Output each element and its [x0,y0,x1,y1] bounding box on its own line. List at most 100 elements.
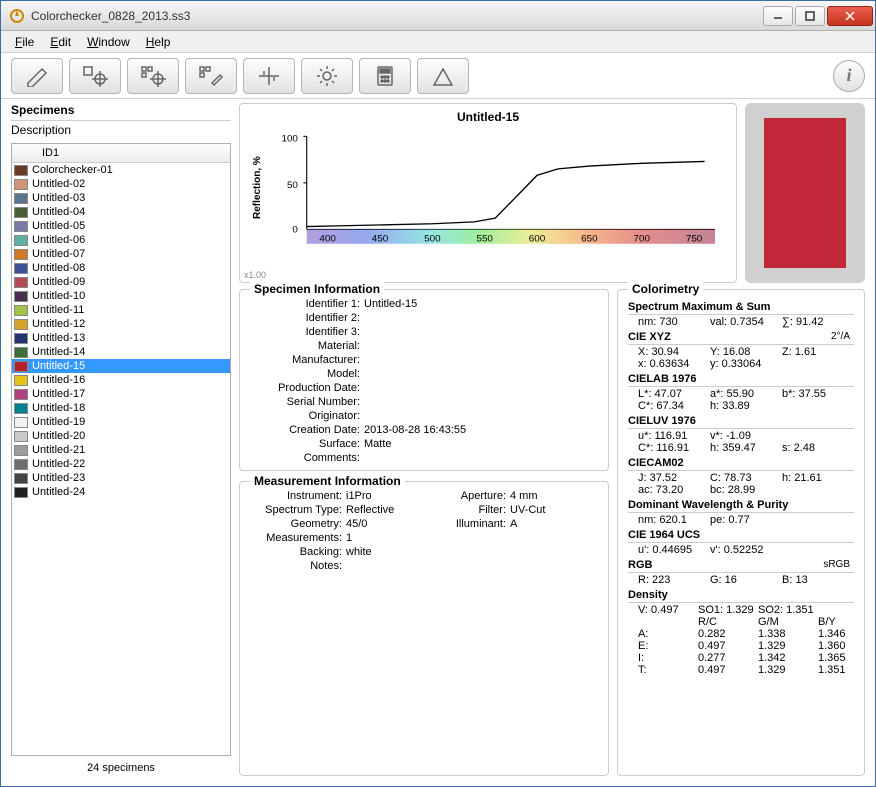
metric-value: nm: 730 [638,316,710,328]
list-item[interactable]: Untitled-11 [12,303,230,317]
maximize-button[interactable] [795,6,825,26]
list-item[interactable]: Untitled-17 [12,387,230,401]
svg-text:550: 550 [476,234,492,245]
svg-text:450: 450 [372,234,388,245]
color-swatch [14,431,28,442]
field-value: 4 mm [510,490,598,502]
metric-value: C*: 116.91 [638,442,710,454]
svg-text:500: 500 [424,234,440,245]
list-item[interactable]: Untitled-06 [12,233,230,247]
menu-file[interactable]: File [7,33,42,51]
list-item[interactable]: Untitled-09 [12,275,230,289]
crosshair-tool[interactable] [243,58,295,94]
field-value [364,340,598,352]
field-value: white [346,546,434,558]
list-item[interactable]: Untitled-03 [12,191,230,205]
metric-value: C: 78.73 [710,472,782,484]
field-label: Production Date: [250,382,360,394]
svg-text:700: 700 [634,234,650,245]
list-item[interactable]: Untitled-08 [12,261,230,275]
list-item[interactable]: Colorchecker-01 [12,163,230,177]
field-value: Reflective [346,504,434,516]
list-item[interactable]: Untitled-18 [12,401,230,415]
close-button[interactable] [827,6,873,26]
field-label: Identifier 2: [250,312,360,324]
list-item-label: Untitled-16 [32,374,85,386]
list-item-label: Untitled-12 [32,318,85,330]
menu-help[interactable]: Help [138,33,179,51]
grid-pencil-tool[interactable] [185,58,237,94]
list-item[interactable]: Untitled-24 [12,485,230,499]
field-value [364,312,598,324]
color-swatch [14,193,28,204]
list-item-label: Untitled-17 [32,388,85,400]
list-item[interactable]: Untitled-15 [12,359,230,373]
metric-value: u': 0.44695 [638,544,710,556]
field-label: Serial Number: [250,396,360,408]
list-item[interactable]: Untitled-20 [12,429,230,443]
list-item-label: Colorchecker-01 [32,164,113,176]
chart-ylabel: Reflection, % [250,126,265,250]
minimize-button[interactable] [763,6,793,26]
field-value: A [510,518,598,530]
list-item-label: Untitled-10 [32,290,85,302]
field-value [346,560,434,572]
description-label: Description [11,123,231,137]
specimen-list[interactable]: ID1 Colorchecker-01Untitled-02Untitled-0… [11,143,231,756]
menu-edit[interactable]: Edit [42,33,79,51]
list-item[interactable]: Untitled-05 [12,219,230,233]
list-item-label: Untitled-04 [32,206,85,218]
field-label: Measurements: [250,532,342,544]
field-label: Instrument: [250,490,342,502]
metric-value: h: 359.47 [710,442,782,454]
list-item[interactable]: Untitled-12 [12,317,230,331]
svg-text:600: 600 [529,234,545,245]
delta-tool[interactable] [417,58,469,94]
color-swatch [14,333,28,344]
list-item[interactable]: Untitled-22 [12,457,230,471]
target-single-tool[interactable] [69,58,121,94]
metric-value [782,514,854,526]
field-value: 45/0 [346,518,434,530]
spectrum-chart: Untitled-15 Reflection, % 100 50 0 [239,103,737,283]
colorimetry-legend: Colorimetry [628,282,703,296]
list-item-label: Untitled-02 [32,178,85,190]
info-button[interactable]: i [833,60,865,92]
metric-value: C*: 67.34 [638,400,710,412]
pencil-tool[interactable] [11,58,63,94]
color-preview-panel [745,103,865,283]
chart-title: Untitled-15 [250,110,726,124]
target-grid-tool[interactable] [127,58,179,94]
field-value [364,354,598,366]
menubar: File Edit Window Help [1,31,875,53]
list-header[interactable]: ID1 [12,144,230,163]
list-item[interactable]: Untitled-23 [12,471,230,485]
list-item-label: Untitled-19 [32,416,85,428]
list-item-label: Untitled-05 [32,220,85,232]
list-item-label: Untitled-23 [32,472,85,484]
field-value [364,410,598,422]
color-swatch [14,249,28,260]
menu-window[interactable]: Window [79,33,138,51]
list-item[interactable]: Untitled-19 [12,415,230,429]
metric-value: v': 0.52252 [710,544,782,556]
svg-text:100: 100 [281,134,297,145]
list-item[interactable]: Untitled-07 [12,247,230,261]
color-swatch [14,305,28,316]
list-item[interactable]: Untitled-02 [12,177,230,191]
list-item[interactable]: Untitled-16 [12,373,230,387]
list-item[interactable]: Untitled-04 [12,205,230,219]
color-preview [764,118,846,268]
list-item[interactable]: Untitled-13 [12,331,230,345]
calculator-tool[interactable] [359,58,411,94]
list-item[interactable]: Untitled-10 [12,289,230,303]
metric-value: h: 33.89 [710,400,782,412]
list-item[interactable]: Untitled-21 [12,443,230,457]
brightness-tool[interactable] [301,58,353,94]
list-item-label: Untitled-09 [32,276,85,288]
metric-value: a*: 55.90 [710,388,782,400]
svg-text:750: 750 [686,234,702,245]
list-item[interactable]: Untitled-14 [12,345,230,359]
metric-value: u*: 116.91 [638,430,710,442]
metric-value: R: 223 [638,574,710,586]
